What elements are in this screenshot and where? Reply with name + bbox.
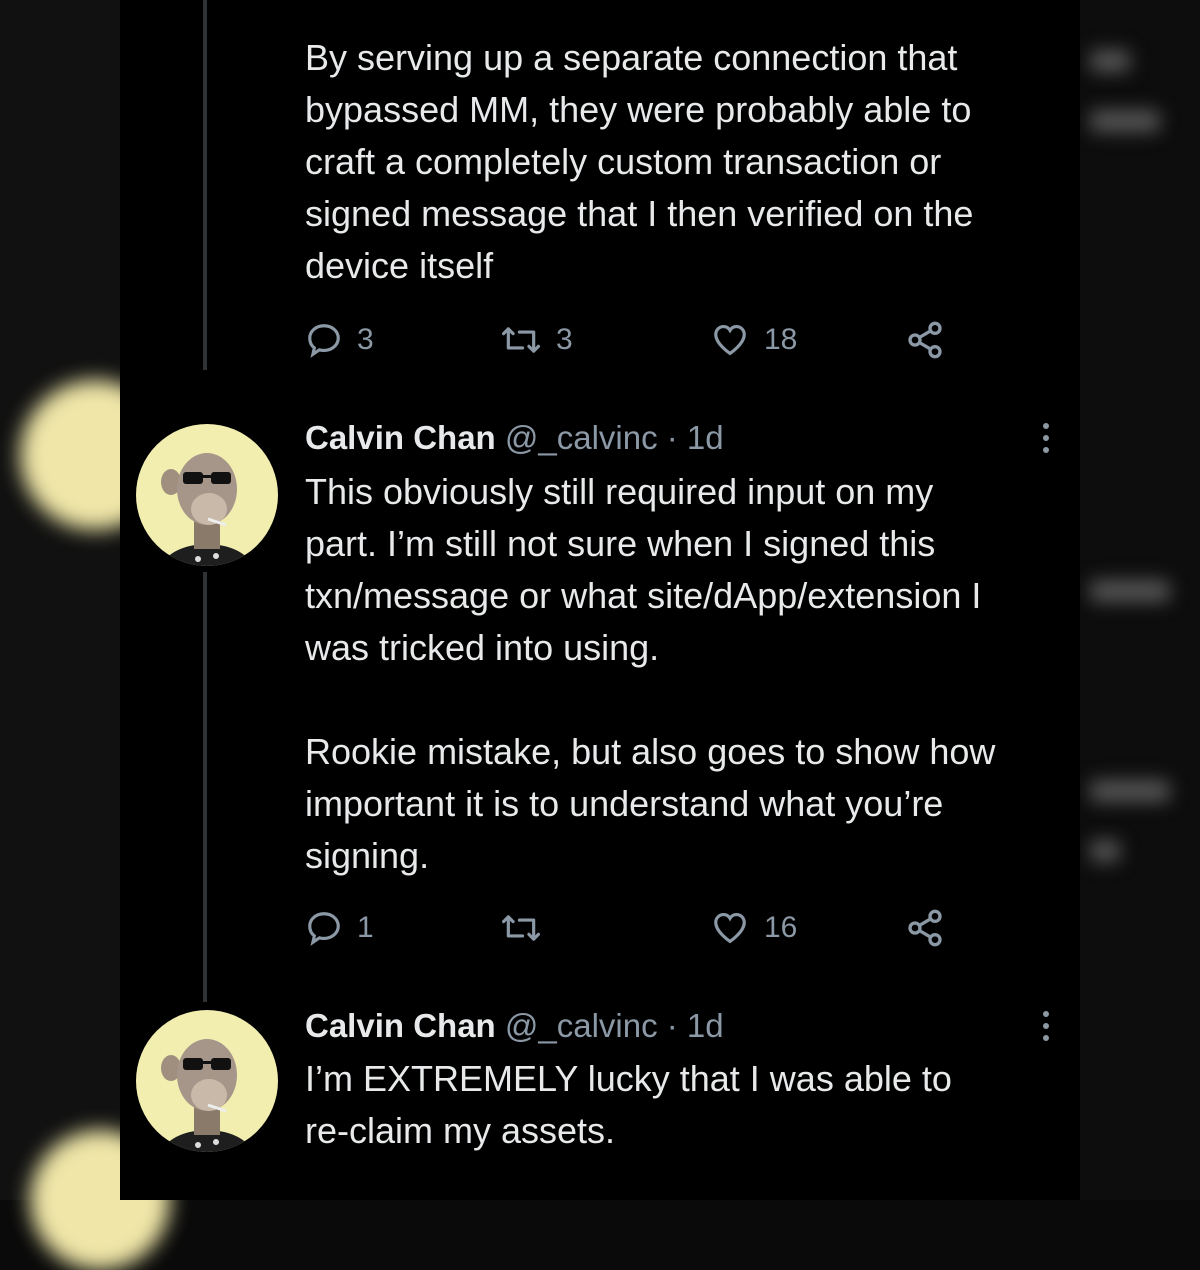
reply-button[interactable]: 3 [305,320,374,360]
thread-line [203,572,207,1002]
handle[interactable]: @_calvinc [505,1007,658,1044]
blurred-right-background [1080,0,1200,1200]
thread-line [203,0,207,370]
retweet-count: 3 [556,323,573,356]
tweet-text: By serving up a separate connection that… [305,37,974,286]
blurred-text [1090,840,1120,862]
tweet-actions: 3 3 18 [305,320,1065,360]
reply-count: 1 [357,911,374,944]
handle[interactable]: @_calvinc [505,419,658,456]
heart-icon [714,324,746,356]
share-icon [908,909,942,947]
blurred-text [1090,780,1170,802]
share-button[interactable] [905,908,945,948]
blurred-left-background [0,0,170,1270]
share-button[interactable] [905,320,945,360]
display-name[interactable]: Calvin Chan [305,1007,496,1044]
tweet-actions: 1 16 [305,908,1065,948]
display-name[interactable]: Calvin Chan [305,419,496,456]
like-count: 16 [764,911,798,944]
blurred-text [1090,50,1130,72]
retweet-icon [502,327,541,353]
reply-icon [308,324,340,358]
ape-avatar-image [160,453,254,566]
reply-icon [308,912,340,946]
more-icon[interactable] [1040,1011,1052,1041]
timestamp[interactable]: · 1d [658,1007,724,1044]
like-button[interactable]: 16 [710,908,797,948]
tweet-thread-panel: By serving up a separate connection that… [120,0,1080,1200]
tweet-header: Calvin Chan @_calvinc · 1d [305,418,724,458]
like-button[interactable]: 18 [710,320,797,360]
blurred-text [1090,110,1160,132]
tweet-header: Calvin Chan @_calvinc · 1d [305,1006,724,1046]
avatar[interactable] [136,424,278,566]
avatar[interactable] [136,1010,278,1152]
tweet-text: I’m EXTREMELY lucky that I was able to r… [305,1058,952,1151]
reply-count: 3 [357,323,374,356]
timestamp[interactable]: · 1d [658,419,724,456]
share-icon [908,321,942,359]
retweet-button[interactable] [500,908,556,948]
heart-icon [714,912,746,944]
blurred-text [1090,580,1170,602]
reply-button[interactable]: 1 [305,908,374,948]
like-count: 18 [764,323,798,356]
tweet-text: This obviously still required input on m… [305,471,996,876]
ape-avatar-image [160,1039,254,1152]
more-icon[interactable] [1040,423,1052,453]
retweet-button[interactable]: 3 [500,320,573,360]
retweet-icon [502,915,541,941]
